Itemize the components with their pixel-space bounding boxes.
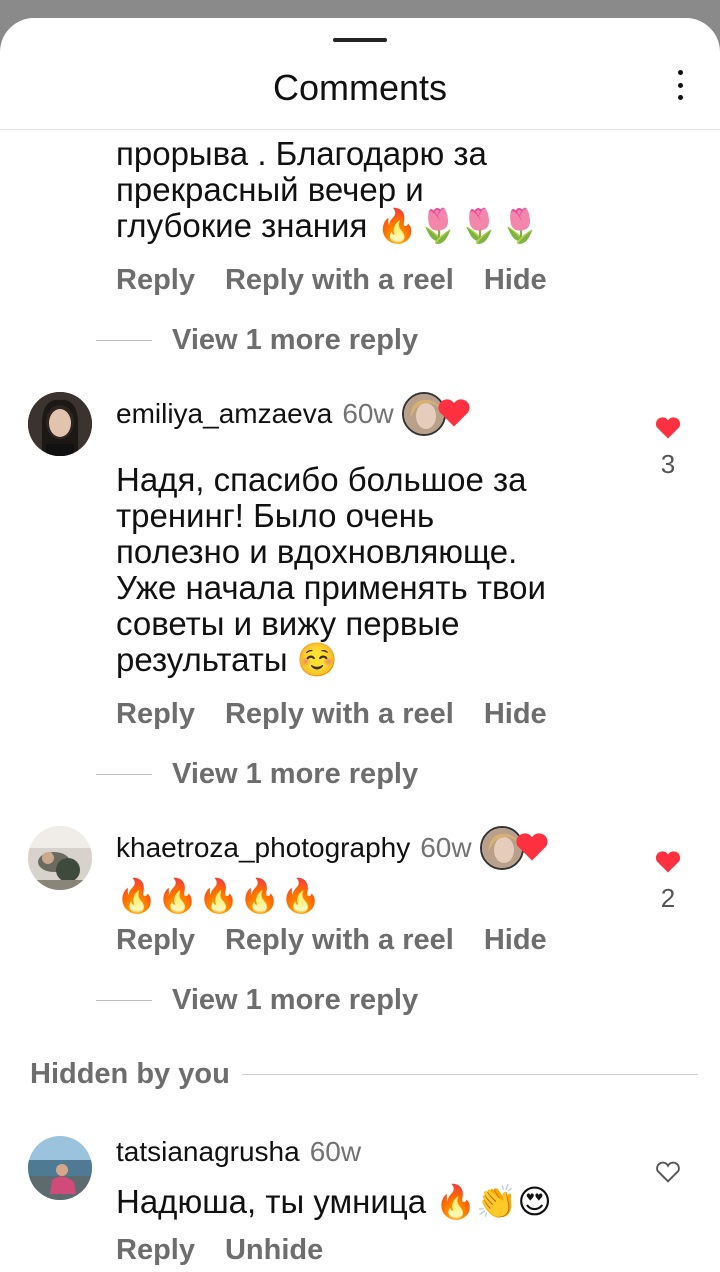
view-more-label: View 1 more reply <box>172 984 419 1016</box>
comment-actions: Reply Reply with a reel Hide <box>116 924 547 957</box>
heart-outline-icon[interactable] <box>654 1160 682 1184</box>
timestamp: 60w <box>309 1136 362 1167</box>
view-more-label: View 1 more reply <box>172 758 419 790</box>
view-more-replies[interactable]: View 1 more reply <box>96 324 418 357</box>
avatar-image <box>28 392 92 456</box>
comment-line: прекрасный вечер и <box>116 171 424 208</box>
like-count: 3 <box>660 449 676 479</box>
hidden-section-divider <box>242 1074 698 1075</box>
username[interactable]: emiliya_amzaeva <box>116 398 332 430</box>
unhide-button[interactable]: Unhide <box>225 1234 323 1267</box>
comment-line: советы и вижу первые <box>116 605 460 642</box>
avatar-image <box>28 826 92 890</box>
heart-icon <box>438 399 470 427</box>
reply-with-reel-button[interactable]: Reply with a reel <box>225 264 454 297</box>
timestamp: 60w <box>342 398 394 429</box>
more-options-icon[interactable] <box>676 70 684 100</box>
reply-button[interactable]: Reply <box>116 698 195 731</box>
divider-line <box>96 1000 152 1001</box>
comment-line: полезно и вдохновляюще. <box>116 533 518 570</box>
liked-by-author-badge <box>401 392 470 436</box>
avatar-image <box>28 1136 92 1200</box>
comment-line: прорыва . Благодарю за <box>116 135 487 172</box>
heart-icon <box>516 833 548 861</box>
reply-button[interactable]: Reply <box>116 924 195 957</box>
heart-filled-icon[interactable] <box>654 850 682 874</box>
avatar[interactable] <box>28 392 92 456</box>
drag-handle[interactable] <box>333 38 387 42</box>
username[interactable]: tatsianagrusha <box>116 1136 300 1168</box>
comment-line: Уже начала применять твои <box>116 569 546 606</box>
comment-text: Надя, спасибо большое за тренинг! Было о… <box>116 462 546 678</box>
reply-with-reel-button[interactable]: Reply with a reel <box>225 924 454 957</box>
comment-line: глубокие знания 🔥🌷🌷🌷 <box>116 207 541 244</box>
comment-text: прорыва . Благодарю за прекрасный вечер … <box>116 136 541 244</box>
comment-line: 🔥🔥🔥🔥🔥 <box>116 877 322 914</box>
divider-line <box>96 774 152 775</box>
username[interactable]: khaetroza_photography <box>116 832 410 864</box>
heart-filled-icon[interactable] <box>654 416 682 440</box>
avatar[interactable] <box>28 1136 92 1200</box>
timestamp: 60w <box>420 832 472 863</box>
comments-sheet: Comments прорыва . Благодарю за прекрасн… <box>0 18 720 1272</box>
hide-button[interactable]: Hide <box>484 924 547 957</box>
like-count: 2 <box>660 883 676 913</box>
comment-actions: Reply Reply with a reel Hide <box>116 698 547 731</box>
like-control: 2 <box>648 850 688 914</box>
comment-line: Надя, спасибо большое за <box>116 461 527 498</box>
comment-text: 🔥🔥🔥🔥🔥 <box>116 878 321 914</box>
comment-header: khaetroza_photography 60w <box>116 826 548 870</box>
comment-header: emiliya_amzaeva 60w <box>116 392 470 436</box>
view-more-replies[interactable]: View 1 more reply <box>96 984 418 1017</box>
view-more-replies[interactable]: View 1 more reply <box>96 758 418 791</box>
reply-button[interactable]: Reply <box>116 264 195 297</box>
sheet-title: Comments <box>272 67 448 108</box>
like-control: 3 <box>648 416 688 480</box>
hide-button[interactable]: Hide <box>484 264 547 297</box>
comment-line: тренинг! Было очень <box>116 497 435 534</box>
comment-text: Надюша, ты умница 🔥👏😍 <box>116 1183 552 1220</box>
comment-actions: Reply Unhide <box>116 1234 323 1267</box>
reply-button[interactable]: Reply <box>116 1234 195 1267</box>
like-control <box>648 1160 688 1191</box>
header-divider <box>0 129 720 130</box>
view-more-label: View 1 more reply <box>172 324 419 356</box>
comment-header: tatsianagrusha 60w <box>116 1136 361 1168</box>
liked-by-author-badge <box>479 826 548 870</box>
divider-line <box>96 340 152 341</box>
comment-line: результаты ☺️ <box>116 641 338 678</box>
avatar[interactable] <box>28 826 92 890</box>
reply-with-reel-button[interactable]: Reply with a reel <box>225 698 454 731</box>
comment-actions: Reply Reply with a reel Hide <box>116 264 547 297</box>
hide-button[interactable]: Hide <box>484 698 547 731</box>
hidden-section-label: Hidden by you <box>30 1058 230 1090</box>
